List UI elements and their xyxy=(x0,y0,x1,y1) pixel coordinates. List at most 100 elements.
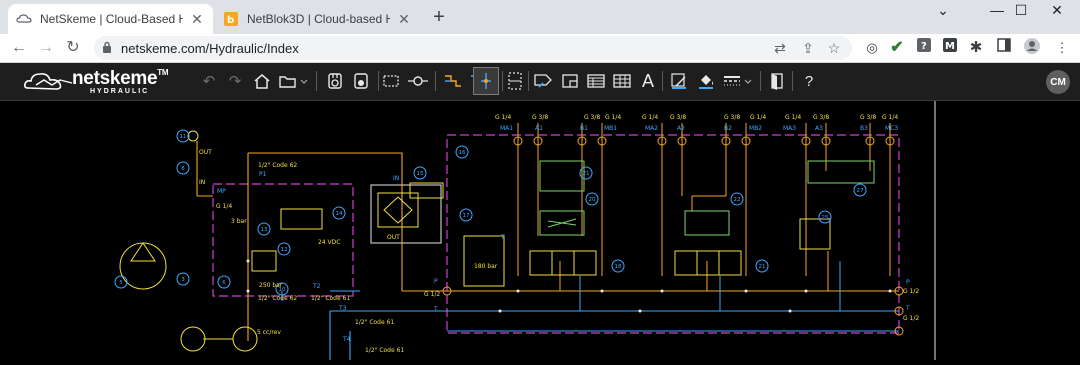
callout-number: 18 xyxy=(615,264,622,270)
callout-number: 11 xyxy=(180,134,187,140)
logo-subtitle: HYDRAULIC xyxy=(90,88,150,95)
line-style-icon[interactable] xyxy=(720,67,754,95)
back-arrow-icon[interactable]: ← xyxy=(8,37,30,59)
close-tab-icon[interactable]: ✕ xyxy=(189,11,205,28)
undo-icon[interactable]: ↶ xyxy=(196,67,222,95)
callout-number: 27 xyxy=(857,188,864,194)
tab-netblok3d[interactable]: b NetBlok3D | Cloud-based Hydraulic ✕ xyxy=(215,4,420,34)
svg-text:?: ? xyxy=(921,41,927,52)
port-name-label: MA1 xyxy=(500,125,513,132)
help-extension-icon[interactable]: ? xyxy=(914,38,934,58)
side-panel-icon[interactable] xyxy=(994,38,1014,58)
callout-number: 17 xyxy=(463,213,470,219)
tag-label-icon[interactable] xyxy=(530,67,556,95)
redo-icon[interactable]: ↷ xyxy=(222,67,248,95)
rectangle-select-icon[interactable] xyxy=(378,67,404,95)
help-icon[interactable]: ? xyxy=(796,67,822,95)
callout-number: 25 xyxy=(822,215,829,221)
logo-trademark: TM xyxy=(157,68,169,77)
port-name-label: MA3 xyxy=(783,125,796,132)
bookmark-star-icon[interactable]: ☆ xyxy=(824,38,844,58)
close-window-button[interactable]: ✕ xyxy=(1034,0,1080,24)
checkmark-extension-icon[interactable]: ✔ xyxy=(887,38,907,58)
callout-number: 22 xyxy=(734,197,741,203)
port-size-label: G 3/8 xyxy=(532,114,548,121)
profile-icon[interactable] xyxy=(1022,38,1042,58)
port-size-label: G 1/4 xyxy=(750,114,766,121)
pressure-line-icon[interactable] xyxy=(440,67,466,95)
custom-component-icon[interactable] xyxy=(348,67,374,95)
pipe-label: OUT xyxy=(387,234,400,241)
tab-netskeme[interactable]: NetSkeme | Cloud-Based Hydraulic ✕ xyxy=(8,4,213,34)
pipe-label: T xyxy=(500,234,505,241)
fill-color-icon[interactable] xyxy=(693,67,719,95)
port-size-label: G 1/4 xyxy=(642,114,658,121)
kebab-menu-icon[interactable]: ⋮ xyxy=(1052,38,1072,58)
text-tool-icon[interactable]: A xyxy=(635,67,661,95)
pipe-label: 180 bar xyxy=(474,263,498,270)
reload-icon[interactable]: ↻ xyxy=(62,37,84,59)
node-connect-icon[interactable] xyxy=(405,67,431,95)
user-avatar[interactable]: CM xyxy=(1046,70,1070,94)
pipe-label: T xyxy=(433,306,438,313)
pipe-label: T4 xyxy=(342,336,351,343)
grid-snap-icon[interactable] xyxy=(502,67,528,95)
callout-number: 21 xyxy=(583,171,590,177)
toolbar-divider xyxy=(792,71,793,91)
pipe-label: 1/2" Code 61 xyxy=(311,295,350,302)
mail-extension-icon[interactable]: M xyxy=(940,38,960,58)
ad-block-icon[interactable]: ◎ xyxy=(862,38,882,58)
callout-number: 20 xyxy=(589,197,596,203)
schematic-drawing: G 1/4 G 3/8 G 3/8 G 1/4 G 1/4 G 3/8 G 3/… xyxy=(114,101,936,360)
port-name-label: B2 xyxy=(724,125,732,132)
callout-number: 15 xyxy=(417,171,424,177)
callout-number: 13 xyxy=(261,227,268,233)
translate-icon[interactable]: ⇄ xyxy=(770,38,790,58)
pipe-label: IN xyxy=(199,179,205,186)
pipe-label: 24 VDC xyxy=(318,239,340,246)
line-color-icon[interactable] xyxy=(666,67,692,95)
table-icon[interactable] xyxy=(609,67,635,95)
callout-number: 6 xyxy=(222,280,226,286)
callout-number: 5 xyxy=(119,280,123,286)
callout-number: 12 xyxy=(281,247,288,253)
close-tab-icon[interactable]: ✕ xyxy=(396,11,412,28)
exit-door-icon[interactable] xyxy=(764,67,790,95)
callout-number: 10 xyxy=(279,287,286,293)
component-library-icon[interactable] xyxy=(322,67,348,95)
forward-arrow-icon[interactable]: → xyxy=(35,37,57,59)
callout-number: 16 xyxy=(459,150,466,156)
pipe-label: T xyxy=(905,305,910,312)
schematic-canvas[interactable]: G 1/4 G 3/8 G 3/8 G 1/4 G 1/4 G 3/8 G 3/… xyxy=(0,101,1080,360)
netskeme-logo: netskemeTM HYDRAULIC xyxy=(24,66,174,96)
port-name-label: B3 xyxy=(860,125,868,132)
chevron-down-icon[interactable]: ⌄ xyxy=(920,0,966,24)
puzzle-extensions-icon[interactable]: ✱ xyxy=(966,38,986,58)
pipe-label: 1/2" Code 61 xyxy=(355,319,394,326)
lock-icon[interactable] xyxy=(102,41,112,59)
port-name-label: A3 xyxy=(815,125,823,132)
cloud-logo-icon xyxy=(24,73,73,90)
callout-number: 14 xyxy=(336,211,343,217)
open-file-icon[interactable] xyxy=(276,67,310,95)
home-icon[interactable] xyxy=(249,67,275,95)
logo-text: netskeme xyxy=(72,68,158,89)
toolbar-divider xyxy=(528,71,529,91)
pipe-label: T3 xyxy=(338,305,347,312)
omnibox[interactable]: netskeme.com/Hydraulic/Index ⇄ ⇪ ☆ xyxy=(94,36,852,60)
pipe-label: 1/2" Code 61 xyxy=(365,347,404,354)
draw-wire-tool-icon[interactable] xyxy=(473,67,499,95)
share-icon[interactable]: ⇪ xyxy=(798,38,818,58)
svg-text:M: M xyxy=(945,41,955,52)
pipe-label: MP xyxy=(217,188,226,195)
port-name-label: MB2 xyxy=(749,125,762,132)
title-block-icon[interactable] xyxy=(583,67,609,95)
toolbar-divider xyxy=(435,71,436,91)
pipe-label: 1/2" Code 62 xyxy=(258,295,297,302)
new-tab-button[interactable]: + xyxy=(427,6,451,30)
port-size-label: G 3/8 xyxy=(813,114,829,121)
port-name-label: A2 xyxy=(677,125,685,132)
callout-number: 3 xyxy=(181,277,185,283)
port-name-label: B1 xyxy=(580,125,588,132)
frame-border-icon[interactable] xyxy=(557,67,583,95)
